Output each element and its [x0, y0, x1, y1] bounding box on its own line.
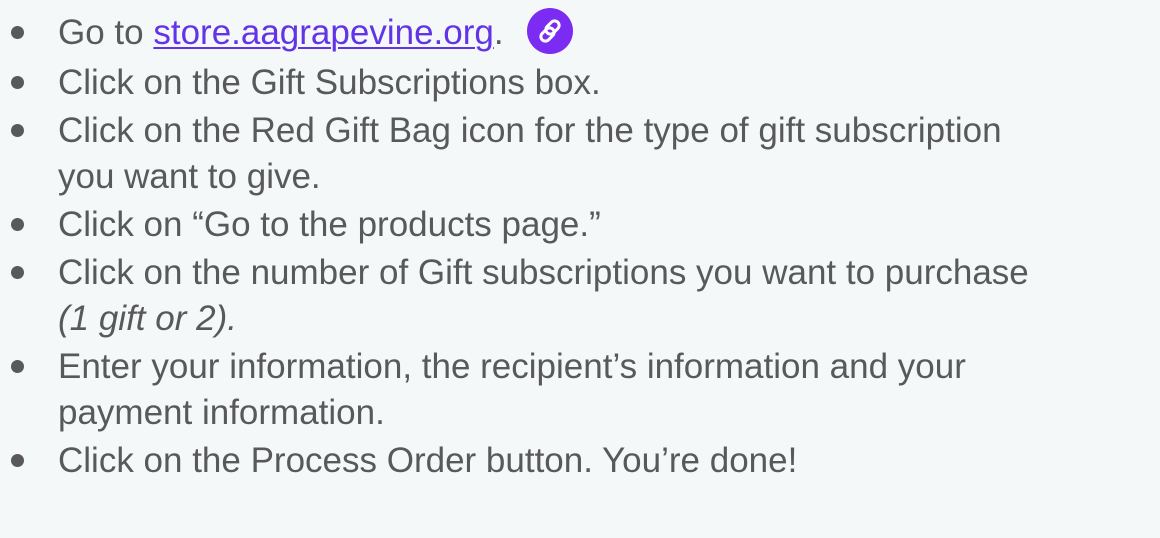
step-prefix: Go to: [58, 13, 144, 52]
step-text: Click on the Process Order button. You’r…: [58, 440, 798, 480]
bullet-icon: [11, 123, 24, 137]
bullet-icon: [11, 26, 24, 39]
list-item-process-order: Click on the Process Order button. You’r…: [0, 438, 1160, 484]
instructions-page: Go to store.aagrapevine.org. Click on th…: [0, 0, 1160, 538]
bullet-icon: [11, 75, 24, 89]
step-text-line-2: payment information.: [58, 392, 385, 432]
step-text-line-2: you want to give.: [58, 156, 321, 196]
bullet-icon: [11, 217, 24, 231]
list-item-gift-subscriptions-box: Click on the Gift Subscriptions box.: [0, 60, 1160, 106]
step-suffix: .: [493, 13, 504, 52]
store-link[interactable]: store.aagrapevine.org: [153, 13, 494, 52]
bullet-icon: [11, 453, 24, 467]
bullet-icon: [11, 359, 24, 373]
step-text-line-1: Click on the Red Gift Bag icon for the t…: [58, 110, 1002, 150]
steps-list: Go to store.aagrapevine.org. Click on th…: [0, 7, 1160, 486]
bullet-icon: [11, 265, 24, 279]
step-text: Click on the Gift Subscriptions box.: [58, 62, 601, 102]
list-item-number-of-subscriptions: Click on the number of Gift subscription…: [0, 250, 1160, 342]
link-icon[interactable]: [527, 7, 574, 54]
list-item-red-gift-bag: Click on the Red Gift Bag icon for the t…: [0, 108, 1160, 200]
list-item-go-to-store: Go to store.aagrapevine.org.: [0, 7, 1160, 58]
list-item-products-page: Click on “Go to the products page.”: [0, 202, 1160, 248]
list-item-enter-information: Enter your information, the recipient’s …: [0, 344, 1160, 436]
step-text-line-2: (1 gift or 2).: [58, 298, 237, 338]
step-text-line-1: Click on the number of Gift subscription…: [58, 252, 1029, 292]
step-text: Click on “Go to the products page.”: [58, 204, 601, 244]
step-text-line-1: Enter your information, the recipient’s …: [58, 346, 966, 386]
